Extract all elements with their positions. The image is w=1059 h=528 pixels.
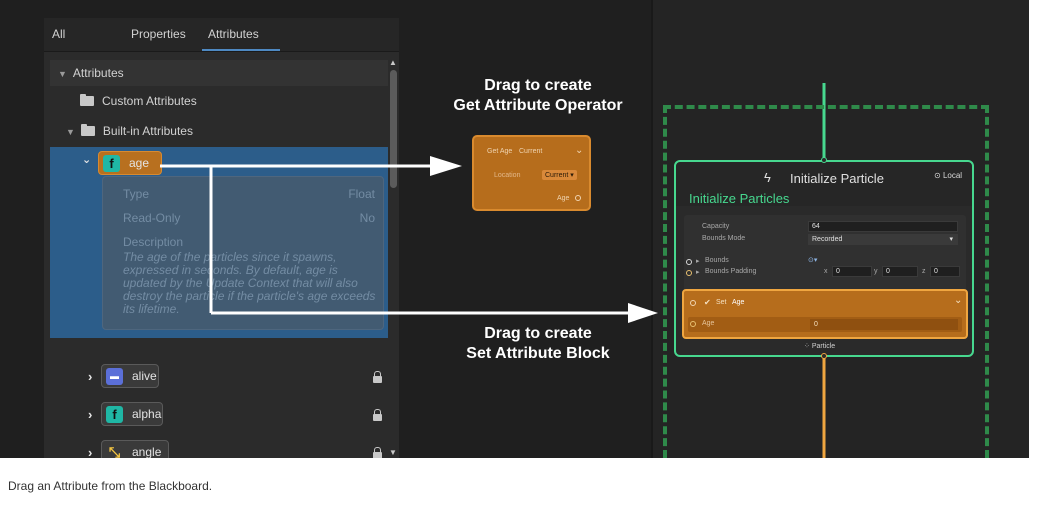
space-label: Local <box>942 171 963 180</box>
callout-get: Drag to create Get Attribute Operator <box>433 76 643 116</box>
bounds-port[interactable] <box>686 259 692 265</box>
space-toggle[interactable]: ⊙ Local <box>934 171 962 180</box>
capacity-label: Capacity <box>702 223 730 230</box>
age-input-port[interactable] <box>690 321 696 327</box>
set-label: Set <box>716 299 727 306</box>
lightning-icon: ϟ <box>764 170 771 185</box>
padding-y-field[interactable]: 0 <box>882 266 918 277</box>
set-input-row: Age 0 <box>688 317 962 332</box>
arrowhead-set <box>628 303 658 323</box>
space-icon[interactable]: ⊙▾ <box>808 256 817 264</box>
context-header: ϟ Initialize Particle ⊙ Local Initialize… <box>676 162 972 206</box>
bounds-mode-label: Bounds Mode <box>702 235 746 242</box>
bounds-mode-value: Recorded <box>812 236 843 243</box>
padding-y-label: y <box>874 268 878 275</box>
block-port[interactable] <box>690 300 696 306</box>
set-attribute-name: Age <box>732 299 745 306</box>
chevron-down-icon[interactable]: ⌄ <box>954 295 962 306</box>
padding-z-field[interactable]: 0 <box>930 266 960 277</box>
expand-triangle-icon[interactable]: ▸ <box>696 268 700 276</box>
checkmark-icon[interactable]: ✔ <box>704 298 711 307</box>
expand-triangle-icon[interactable]: ▸ <box>696 257 700 265</box>
location-label: Location <box>494 172 521 179</box>
context-footer: ⁘ Particle <box>804 342 835 350</box>
age-input-field[interactable]: 0 <box>810 319 958 330</box>
padding-z-label: z <box>922 268 926 275</box>
arrowhead-get <box>430 156 462 176</box>
footer-label: Particle <box>811 343 836 350</box>
callout-line: Get Attribute Operator <box>453 97 623 114</box>
operator-mode: Current <box>519 148 543 155</box>
dropdown-arrow-icon: ▾ <box>949 236 953 243</box>
context-subtitle: Initialize Particles <box>689 191 790 206</box>
figure-caption: Drag an Attribute from the Blackboard. <box>8 479 213 493</box>
bounds-padding-label: Bounds Padding <box>705 268 757 275</box>
get-attribute-operator-node[interactable]: Get Age Current ⌄ Location Current ▾ Age <box>472 135 591 211</box>
initialize-particle-context[interactable]: ϟ Initialize Particle ⊙ Local Initialize… <box>674 157 974 359</box>
context-properties: Capacity 64 Bounds Mode Recorded ▾ ▸ Boun… <box>684 215 966 291</box>
callout-line: Drag to create <box>484 77 592 94</box>
padding-x-label: x <box>824 268 828 275</box>
flow-input-port[interactable] <box>821 157 827 163</box>
bounds-padding-port[interactable] <box>686 270 692 276</box>
chevron-down-icon[interactable]: ⌄ <box>575 145 583 156</box>
operator-title: Get Age <box>487 148 513 155</box>
bounds-label: Bounds <box>705 257 729 264</box>
particle-icon: ⁘ <box>804 343 812 350</box>
context-title: Initialize Particle <box>790 171 884 186</box>
capacity-field[interactable]: 64 <box>808 221 958 232</box>
age-input-label: Age <box>702 320 715 327</box>
location-dropdown[interactable]: Current ▾ <box>542 170 577 180</box>
output-label: Age <box>557 195 570 202</box>
callout-set: Drag to create Set Attribute Block <box>433 324 643 364</box>
callout-line: Drag to create <box>484 325 592 342</box>
callout-line: Set Attribute Block <box>466 345 610 362</box>
padding-x-field[interactable]: 0 <box>832 266 872 277</box>
flow-output-port[interactable] <box>821 353 827 359</box>
bounds-mode-dropdown[interactable]: Recorded ▾ <box>808 234 958 245</box>
location-value: Current <box>545 172 569 179</box>
figure: All Properties Attributes ▼ Attributes Cu… <box>0 0 1059 528</box>
set-age-block[interactable]: ✔ Set Age ⌄ Age 0 <box>682 289 968 339</box>
output-port[interactable] <box>575 195 581 201</box>
